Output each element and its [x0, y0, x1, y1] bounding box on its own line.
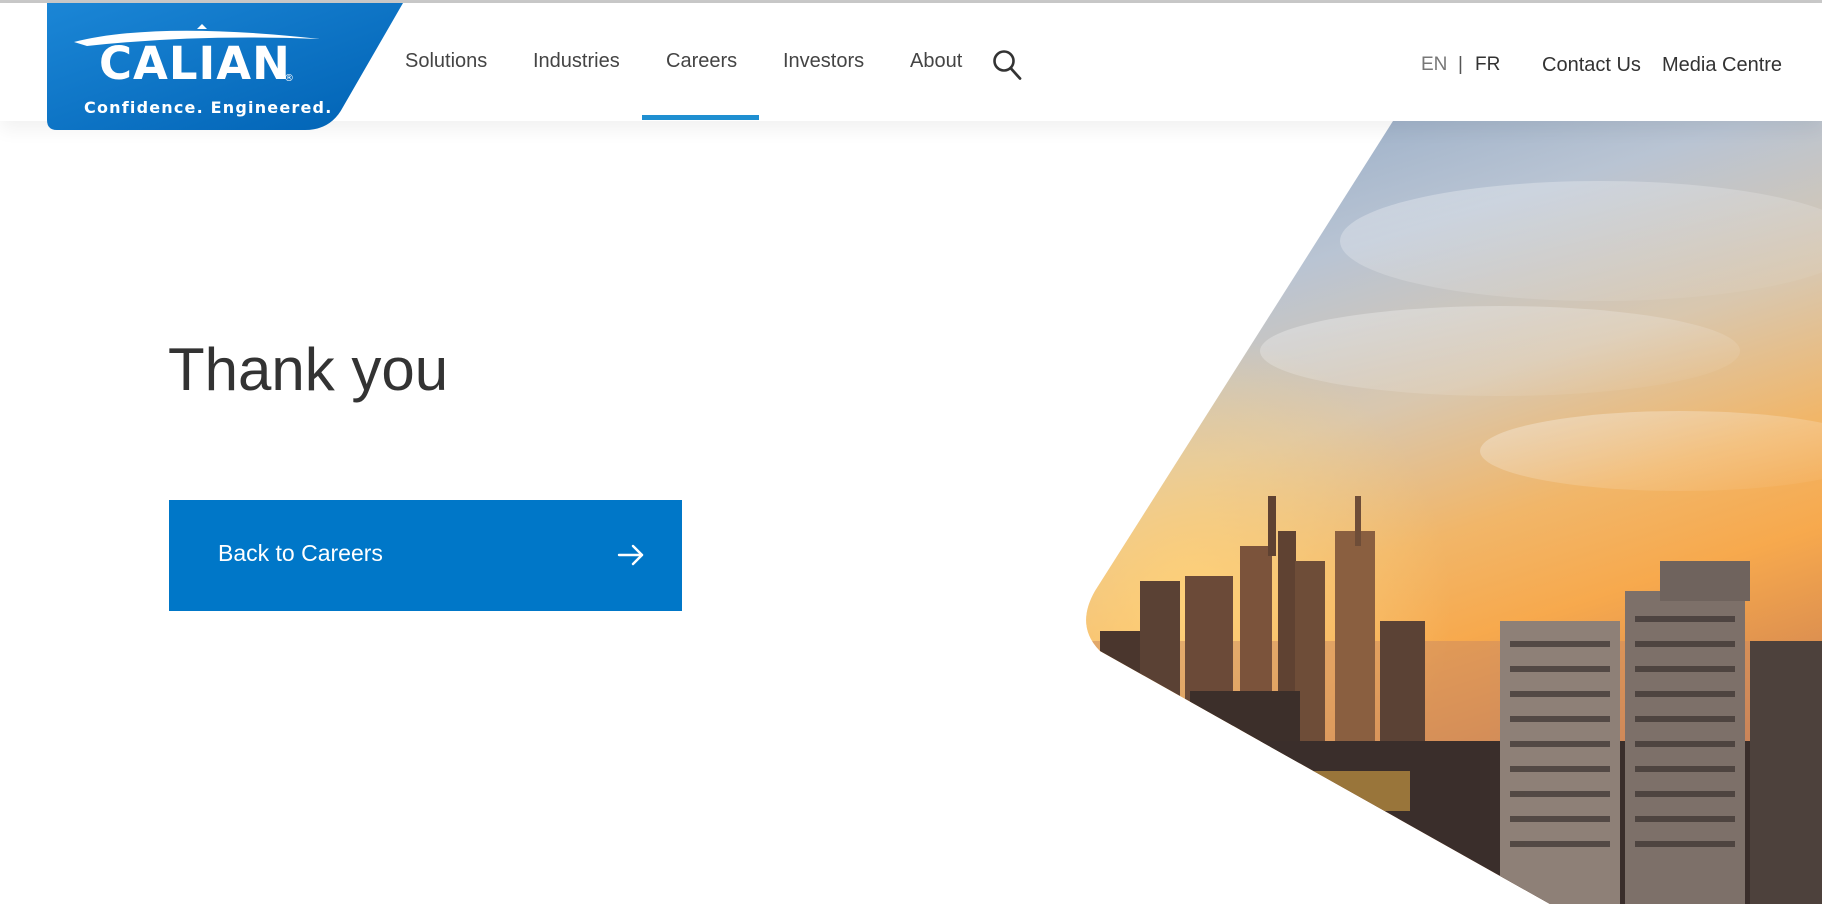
logo-wordmark: CALIAN	[99, 37, 291, 90]
language-fr[interactable]: FR	[1475, 54, 1500, 76]
calian-logo[interactable]: CALIAN ® Confidence. Engineered.	[47, 3, 405, 133]
back-to-careers-button[interactable]: Back to Careers	[169, 500, 682, 611]
page-title: Thank you	[168, 336, 449, 403]
hero-skyline-image	[1080, 121, 1822, 904]
nav-item-industries[interactable]: Industries	[533, 50, 620, 73]
back-to-careers-label: Back to Careers	[218, 540, 383, 566]
nav-active-indicator	[642, 115, 759, 120]
logo-registered-mark: ®	[284, 73, 294, 84]
logo-tagline: Confidence. Engineered.	[84, 98, 333, 117]
language-en[interactable]: EN	[1421, 54, 1447, 76]
page: Solutions Industries Careers Investors A…	[0, 0, 1822, 904]
nav-item-investors[interactable]: Investors	[783, 50, 864, 73]
nav-item-solutions[interactable]: Solutions	[405, 50, 487, 73]
contact-us-link[interactable]: Contact Us	[1542, 54, 1641, 77]
nav-item-careers[interactable]: Careers	[666, 50, 737, 73]
nav-item-about[interactable]: About	[910, 50, 962, 73]
search-icon[interactable]	[991, 48, 1023, 82]
media-centre-link[interactable]: Media Centre	[1662, 54, 1782, 77]
language-separator: |	[1458, 54, 1463, 75]
arrow-right-icon	[617, 543, 645, 567]
